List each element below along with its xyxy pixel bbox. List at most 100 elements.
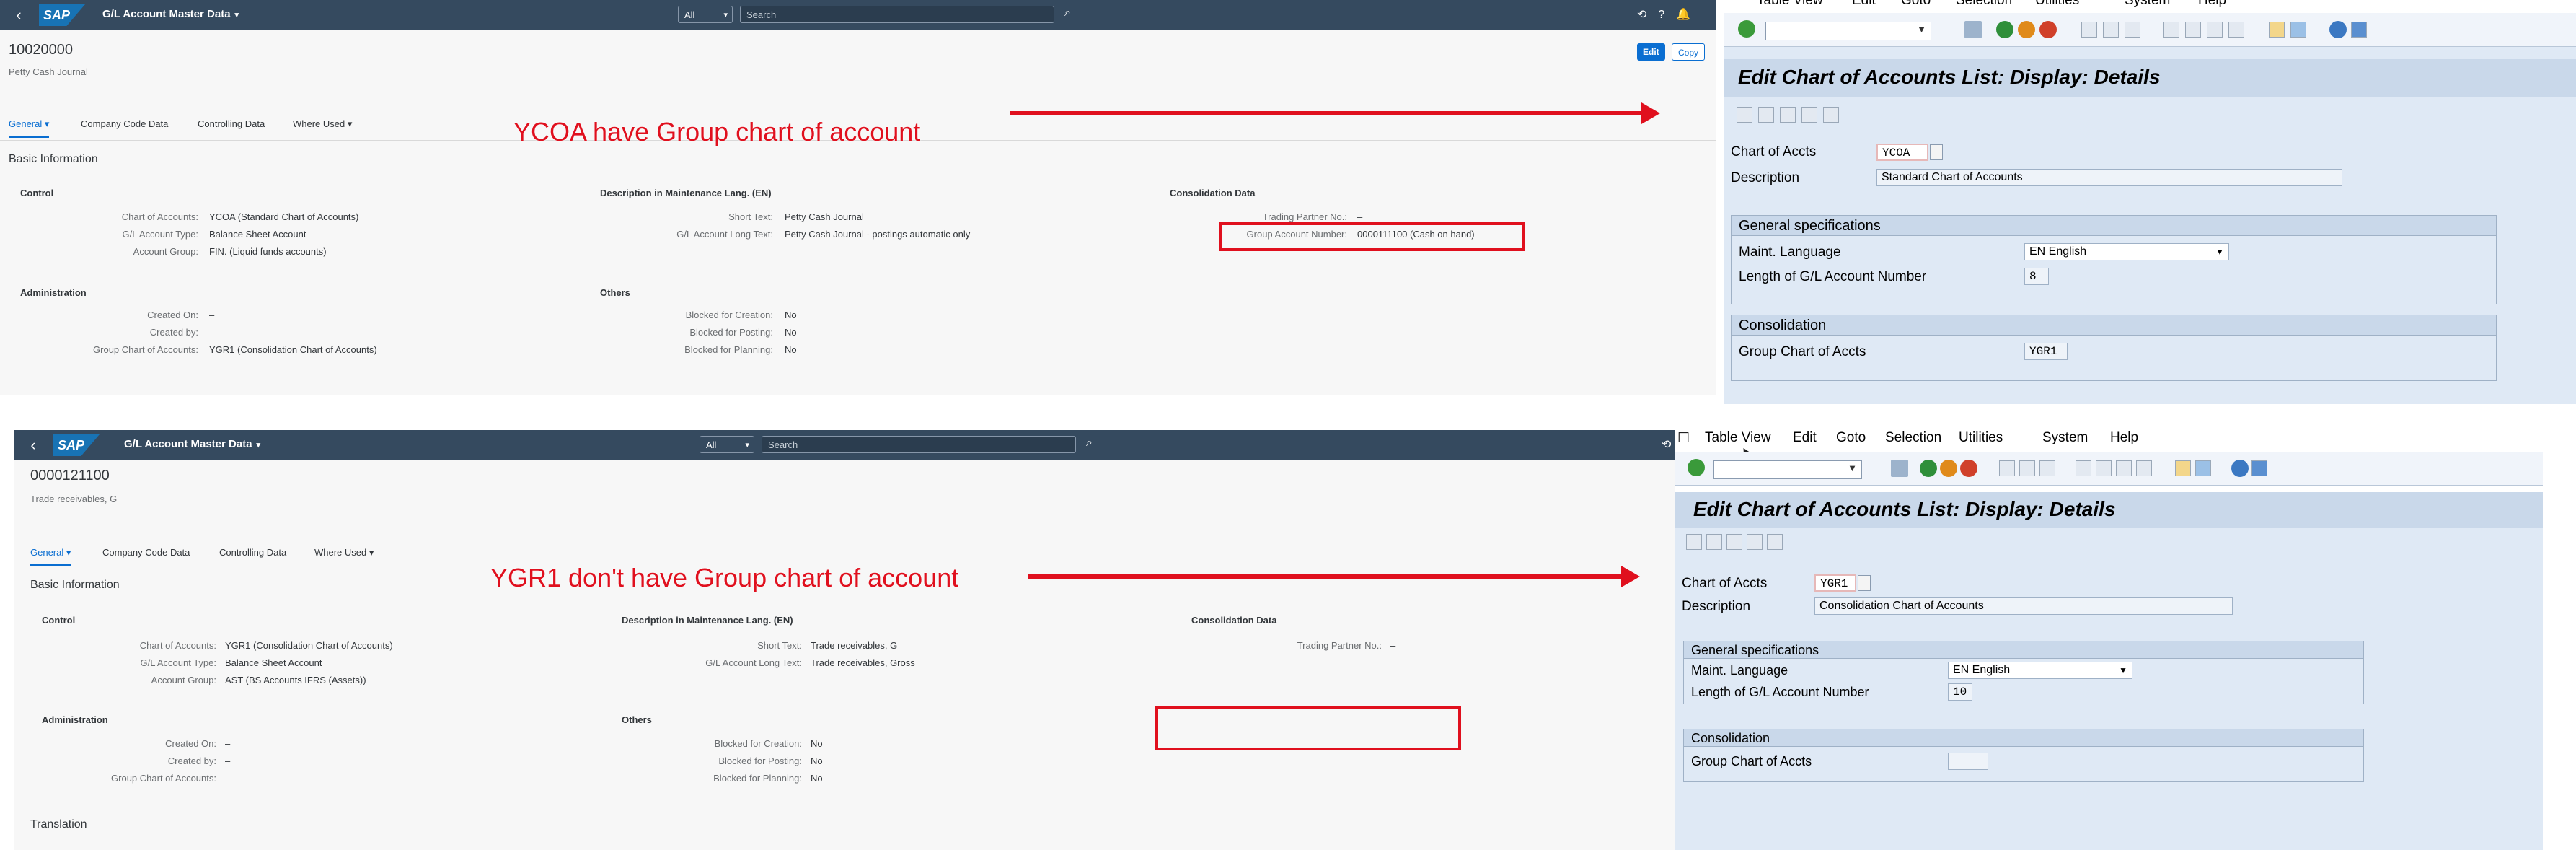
value-help-icon[interactable] bbox=[1858, 575, 1871, 591]
menu-item-edit[interactable]: Edit bbox=[1793, 430, 1817, 446]
copy-as-icon[interactable] bbox=[1801, 107, 1817, 123]
tab-where-used[interactable]: Where Used ▾ bbox=[293, 118, 352, 130]
display-change-icon[interactable] bbox=[1737, 107, 1752, 123]
exit-icon[interactable] bbox=[2018, 21, 2035, 38]
other-entry-icon[interactable] bbox=[1758, 107, 1774, 123]
enter-icon[interactable] bbox=[1738, 20, 1755, 38]
search-input[interactable]: Search bbox=[740, 6, 1054, 23]
exit-icon[interactable] bbox=[1940, 460, 1957, 477]
maint-lang-select[interactable]: EN English ▼ bbox=[1948, 662, 2132, 679]
tab-company-code-data[interactable]: Company Code Data bbox=[102, 547, 190, 558]
edit-button[interactable]: Edit bbox=[1637, 43, 1665, 61]
shell-action-icons[interactable]: ⟲?🔔 bbox=[1637, 7, 1702, 22]
menu-item-selection[interactable]: Selection bbox=[1956, 0, 2012, 9]
search-scope-select[interactable]: All ▾ bbox=[678, 6, 733, 23]
shortcut-icon[interactable] bbox=[2195, 460, 2211, 476]
display-change-icon[interactable] bbox=[1686, 534, 1702, 550]
sap-logo[interactable]: SAP bbox=[53, 434, 100, 456]
menu-item-utilities[interactable]: Utilities bbox=[1959, 430, 2003, 446]
menu-item-system[interactable]: System bbox=[2125, 0, 2170, 9]
first-page-icon[interactable] bbox=[2163, 22, 2179, 38]
find-icon[interactable] bbox=[2103, 22, 2119, 38]
group-coa-field[interactable] bbox=[1948, 753, 1988, 770]
last-page-icon[interactable] bbox=[2228, 22, 2244, 38]
back-icon[interactable] bbox=[1996, 21, 2013, 38]
description-field[interactable]: Standard Chart of Accounts bbox=[1876, 169, 2342, 186]
chevron-down-icon: ▼ bbox=[2119, 665, 2127, 675]
help-icon[interactable] bbox=[2231, 460, 2249, 477]
back-icon[interactable]: ‹ bbox=[10, 6, 27, 25]
shortcut-icon[interactable] bbox=[2290, 22, 2306, 38]
find-next-icon[interactable] bbox=[2039, 460, 2055, 476]
print-icon[interactable] bbox=[2081, 22, 2097, 38]
find-icon[interactable] bbox=[2019, 460, 2035, 476]
search-scope-select[interactable]: All ▾ bbox=[700, 436, 754, 453]
application-toolbar bbox=[1724, 101, 2576, 130]
menu-item-goto[interactable]: Goto bbox=[1901, 0, 1931, 9]
first-page-icon[interactable] bbox=[2076, 460, 2091, 476]
delete-icon[interactable] bbox=[1767, 534, 1783, 550]
last-page-icon[interactable] bbox=[2136, 460, 2152, 476]
new-session-icon[interactable] bbox=[2269, 22, 2285, 38]
menu-item-system[interactable]: System bbox=[2042, 430, 2088, 446]
menu-item-edit[interactable]: Edit bbox=[1852, 0, 1876, 9]
app-title[interactable]: G/L Account Master Data ▾ bbox=[102, 8, 239, 20]
object-id: 10020000 bbox=[9, 42, 73, 58]
value-help-icon[interactable] bbox=[1930, 144, 1943, 160]
chart-of-accts-field[interactable]: YCOA bbox=[1876, 144, 1928, 161]
chart-of-accts-field[interactable]: YGR1 bbox=[1814, 574, 1856, 592]
other-entry-icon[interactable] bbox=[1706, 534, 1722, 550]
sap-logo[interactable]: SAP bbox=[39, 4, 85, 26]
new-entries-icon[interactable] bbox=[1726, 534, 1742, 550]
command-field[interactable]: ▼ bbox=[1713, 460, 1862, 479]
chevron-down-icon: ▼ bbox=[1848, 463, 1857, 473]
copy-button[interactable]: Copy bbox=[1672, 43, 1706, 61]
cancel-icon[interactable] bbox=[2039, 21, 2057, 38]
field-row: Created by: – bbox=[167, 755, 231, 766]
menu-item-utilities[interactable]: Utilities bbox=[2035, 0, 2079, 9]
command-field[interactable]: ▼ bbox=[1765, 22, 1931, 40]
back-icon[interactable]: ‹ bbox=[25, 436, 42, 455]
save-icon[interactable] bbox=[1891, 460, 1908, 477]
delete-icon[interactable] bbox=[1823, 107, 1839, 123]
cancel-icon[interactable] bbox=[1960, 460, 1977, 477]
menu-item-help[interactable]: Help bbox=[2110, 430, 2138, 446]
tab-general[interactable]: General ▾ bbox=[30, 547, 71, 566]
tab-controlling-data[interactable]: Controlling Data bbox=[219, 547, 286, 558]
app-title[interactable]: G/L Account Master Data ▾ bbox=[124, 438, 260, 450]
enter-icon[interactable] bbox=[1688, 459, 1705, 476]
tab-where-used[interactable]: Where Used ▾ bbox=[314, 547, 374, 558]
menu-item-table-view[interactable]: Table View bbox=[1757, 0, 1823, 9]
next-page-icon[interactable] bbox=[2116, 460, 2132, 476]
prev-page-icon[interactable] bbox=[2096, 460, 2112, 476]
tab-controlling-data[interactable]: Controlling Data bbox=[198, 118, 265, 129]
search-input[interactable]: Search bbox=[762, 436, 1076, 453]
new-session-icon[interactable] bbox=[2175, 460, 2191, 476]
copy-as-icon[interactable] bbox=[1747, 534, 1763, 550]
window-menu-icon[interactable]: ☐ bbox=[1677, 430, 1690, 447]
customize-layout-icon[interactable] bbox=[2251, 460, 2267, 476]
customize-layout-icon[interactable] bbox=[2351, 22, 2367, 38]
next-page-icon[interactable] bbox=[2207, 22, 2223, 38]
new-entries-icon[interactable] bbox=[1780, 107, 1796, 123]
find-next-icon[interactable] bbox=[2125, 22, 2140, 38]
back-icon[interactable] bbox=[1920, 460, 1937, 477]
maint-lang-select[interactable]: EN English ▼ bbox=[2024, 243, 2229, 260]
help-icon[interactable] bbox=[2329, 21, 2347, 38]
menu-item-selection[interactable]: Selection bbox=[1885, 430, 1941, 446]
save-icon[interactable] bbox=[1964, 21, 1982, 38]
tab-company-code-data[interactable]: Company Code Data bbox=[81, 118, 168, 129]
administration-group-title: Administration bbox=[42, 714, 108, 725]
length-field[interactable]: 8 bbox=[2024, 268, 2049, 285]
print-icon[interactable] bbox=[1999, 460, 2015, 476]
search-icon[interactable]: ⌕ bbox=[1064, 6, 1079, 22]
length-field[interactable]: 10 bbox=[1948, 683, 1972, 701]
menu-item-help[interactable]: Help bbox=[2198, 0, 2226, 9]
description-field[interactable]: Consolidation Chart of Accounts bbox=[1814, 597, 2233, 615]
search-icon[interactable]: ⌕ bbox=[1086, 437, 1100, 452]
menu-item-goto[interactable]: Goto bbox=[1836, 430, 1866, 446]
menu-item-table-view[interactable]: Table View bbox=[1705, 430, 1771, 446]
prev-page-icon[interactable] bbox=[2185, 22, 2201, 38]
tab-general[interactable]: General ▾ bbox=[9, 118, 50, 138]
group-coa-field[interactable]: YGR1 bbox=[2024, 343, 2068, 360]
